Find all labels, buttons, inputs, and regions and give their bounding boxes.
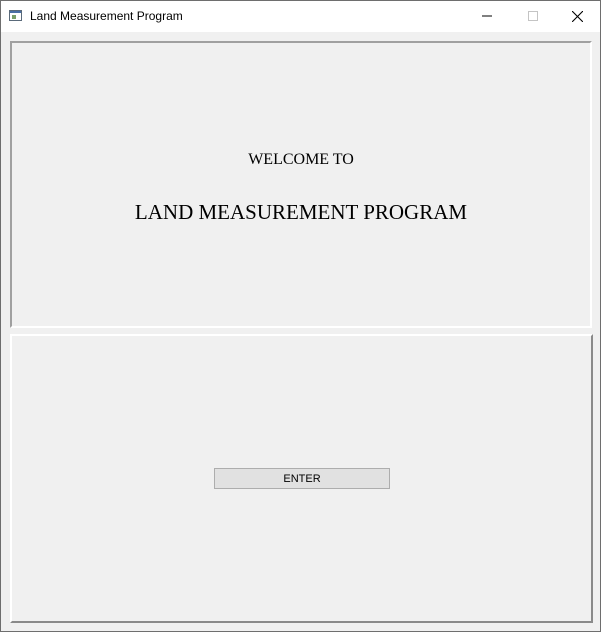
window-app-icon xyxy=(9,10,22,21)
title-bar[interactable]: Land Measurement Program xyxy=(1,1,600,32)
maximize-icon xyxy=(528,11,538,21)
action-frame: ENTER xyxy=(10,334,593,623)
program-title: LAND MEASUREMENT PROGRAM xyxy=(134,200,468,224)
minimize-button[interactable] xyxy=(464,1,510,31)
window-title: Land Measurement Program xyxy=(30,9,183,23)
app-window: Land Measurement Program WELCOME TO LAND… xyxy=(0,0,601,632)
welcome-heading: WELCOME TO xyxy=(248,151,354,168)
minimize-icon xyxy=(482,15,492,17)
close-button[interactable] xyxy=(554,1,600,31)
welcome-frame: WELCOME TO LAND MEASUREMENT PROGRAM xyxy=(10,41,592,328)
maximize-button[interactable] xyxy=(510,1,556,31)
enter-button[interactable]: ENTER xyxy=(214,468,390,489)
close-icon xyxy=(571,10,583,22)
